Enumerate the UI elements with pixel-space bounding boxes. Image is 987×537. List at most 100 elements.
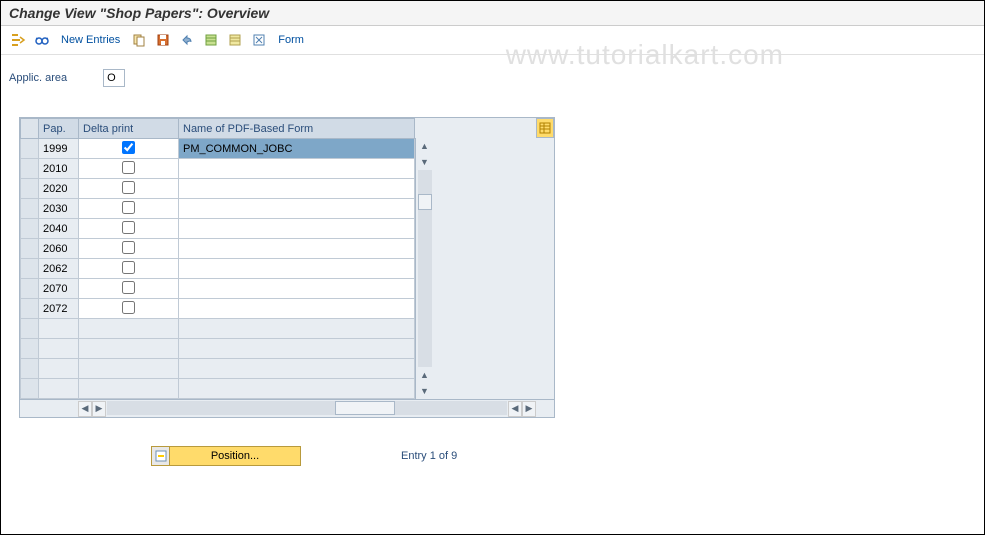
hscroll-right-icon[interactable]: ◀ bbox=[508, 401, 522, 417]
row-selector[interactable] bbox=[21, 259, 39, 279]
empty-cell bbox=[179, 319, 415, 339]
table-container: Pap. Delta print Name of PDF-Based Form … bbox=[19, 117, 555, 418]
delta-checkbox[interactable] bbox=[122, 221, 135, 234]
row-selector[interactable] bbox=[21, 179, 39, 199]
empty-cell bbox=[39, 339, 79, 359]
select-all-icon[interactable] bbox=[202, 31, 220, 49]
empty-cell bbox=[79, 379, 179, 399]
new-entries-button[interactable]: New Entries bbox=[61, 34, 120, 46]
empty-cell bbox=[21, 319, 39, 339]
cell-delta bbox=[79, 299, 179, 319]
header-delta[interactable]: Delta print bbox=[79, 119, 179, 139]
footer: Position... Entry 1 of 9 bbox=[151, 446, 984, 466]
cell-pap[interactable]: 2040 bbox=[39, 219, 79, 239]
scroll-down-icon[interactable]: ▼ bbox=[416, 383, 433, 399]
horizontal-scroll-row: ◀ ▶ ◀ ▶ bbox=[20, 399, 554, 417]
cell-delta bbox=[79, 179, 179, 199]
empty-cell bbox=[79, 339, 179, 359]
header-pap[interactable]: Pap. bbox=[39, 119, 79, 139]
table-row: 2030 bbox=[21, 199, 415, 219]
hscroll-last-icon[interactable]: ▶ bbox=[522, 401, 536, 417]
cell-form-name[interactable] bbox=[179, 279, 415, 299]
row-selector[interactable] bbox=[21, 199, 39, 219]
applic-area-input[interactable] bbox=[103, 69, 125, 87]
cell-form-name[interactable] bbox=[179, 179, 415, 199]
delta-checkbox[interactable] bbox=[122, 141, 135, 154]
scroll-up-small-icon[interactable]: ▲ bbox=[416, 367, 433, 383]
deselect-all-icon[interactable] bbox=[226, 31, 244, 49]
cell-form-name[interactable] bbox=[179, 159, 415, 179]
select-all-header[interactable] bbox=[21, 119, 39, 139]
cell-form-name[interactable] bbox=[179, 239, 415, 259]
cell-form-name[interactable] bbox=[179, 299, 415, 319]
row-selector[interactable] bbox=[21, 159, 39, 179]
table-row: 2060 bbox=[21, 239, 415, 259]
empty-cell bbox=[21, 379, 39, 399]
table-row: 2070 bbox=[21, 279, 415, 299]
row-selector[interactable] bbox=[21, 279, 39, 299]
cell-form-name[interactable] bbox=[179, 259, 415, 279]
position-icon bbox=[152, 447, 170, 465]
delta-checkbox[interactable] bbox=[122, 161, 135, 174]
cell-form-name[interactable] bbox=[179, 199, 415, 219]
page-title: Change View "Shop Papers": Overview bbox=[1, 1, 984, 26]
delta-checkbox[interactable] bbox=[122, 301, 135, 314]
cell-form-name[interactable] bbox=[179, 219, 415, 239]
scroll-up-icon[interactable]: ▲ bbox=[416, 138, 433, 154]
table-row-empty bbox=[21, 339, 415, 359]
table-settings-icon[interactable] bbox=[536, 118, 554, 138]
vertical-scrollbar[interactable]: ▲ ▼ ▲ ▼ bbox=[415, 138, 433, 399]
delta-checkbox[interactable] bbox=[122, 241, 135, 254]
cell-pap[interactable]: 2060 bbox=[39, 239, 79, 259]
table-row: 2020 bbox=[21, 179, 415, 199]
hscroll-first-icon[interactable]: ◀ bbox=[78, 401, 92, 417]
toolbar: New Entries Form bbox=[1, 26, 984, 55]
position-button[interactable]: Position... bbox=[151, 446, 301, 466]
table-row-empty bbox=[21, 379, 415, 399]
hscroll-left-icon[interactable]: ▶ bbox=[92, 401, 106, 417]
header-form[interactable]: Name of PDF-Based Form bbox=[179, 119, 415, 139]
delete-icon[interactable] bbox=[250, 31, 268, 49]
row-selector[interactable] bbox=[21, 239, 39, 259]
copy-icon[interactable] bbox=[130, 31, 148, 49]
cell-delta bbox=[79, 199, 179, 219]
cell-pap[interactable]: 2020 bbox=[39, 179, 79, 199]
table-row: 2062 bbox=[21, 259, 415, 279]
cell-pap[interactable]: 2072 bbox=[39, 299, 79, 319]
glasses-icon[interactable] bbox=[33, 31, 51, 49]
empty-cell bbox=[79, 359, 179, 379]
undo-icon[interactable] bbox=[178, 31, 196, 49]
cell-delta bbox=[79, 139, 179, 159]
form-button[interactable]: Form bbox=[278, 34, 304, 46]
table-row: 1999 PM_COMMON_JOBC bbox=[21, 139, 415, 159]
scroll-down-small-icon[interactable]: ▼ bbox=[416, 154, 433, 170]
cell-pap[interactable]: 2062 bbox=[39, 259, 79, 279]
empty-cell bbox=[21, 339, 39, 359]
cell-pap[interactable]: 2010 bbox=[39, 159, 79, 179]
row-selector[interactable] bbox=[21, 299, 39, 319]
cell-pap[interactable]: 2070 bbox=[39, 279, 79, 299]
empty-cell bbox=[21, 359, 39, 379]
cell-delta bbox=[79, 219, 179, 239]
table-row-empty bbox=[21, 359, 415, 379]
table-row: 2072 bbox=[21, 299, 415, 319]
data-table: Pap. Delta print Name of PDF-Based Form … bbox=[20, 118, 415, 399]
save-icon[interactable] bbox=[154, 31, 172, 49]
cell-delta bbox=[79, 259, 179, 279]
table-row: 2040 bbox=[21, 219, 415, 239]
row-selector[interactable] bbox=[21, 139, 39, 159]
row-selector[interactable] bbox=[21, 219, 39, 239]
empty-cell bbox=[179, 339, 415, 359]
cell-delta bbox=[79, 239, 179, 259]
delta-checkbox[interactable] bbox=[122, 181, 135, 194]
toggle-icon[interactable] bbox=[9, 31, 27, 49]
hscroll-track[interactable] bbox=[107, 401, 507, 415]
position-label: Position... bbox=[170, 450, 300, 462]
cell-pap[interactable]: 1999 bbox=[39, 139, 79, 159]
delta-checkbox[interactable] bbox=[122, 261, 135, 274]
cell-pap[interactable]: 2030 bbox=[39, 199, 79, 219]
delta-checkbox[interactable] bbox=[122, 281, 135, 294]
empty-cell bbox=[79, 319, 179, 339]
cell-form-name[interactable]: PM_COMMON_JOBC bbox=[179, 139, 415, 159]
delta-checkbox[interactable] bbox=[122, 201, 135, 214]
